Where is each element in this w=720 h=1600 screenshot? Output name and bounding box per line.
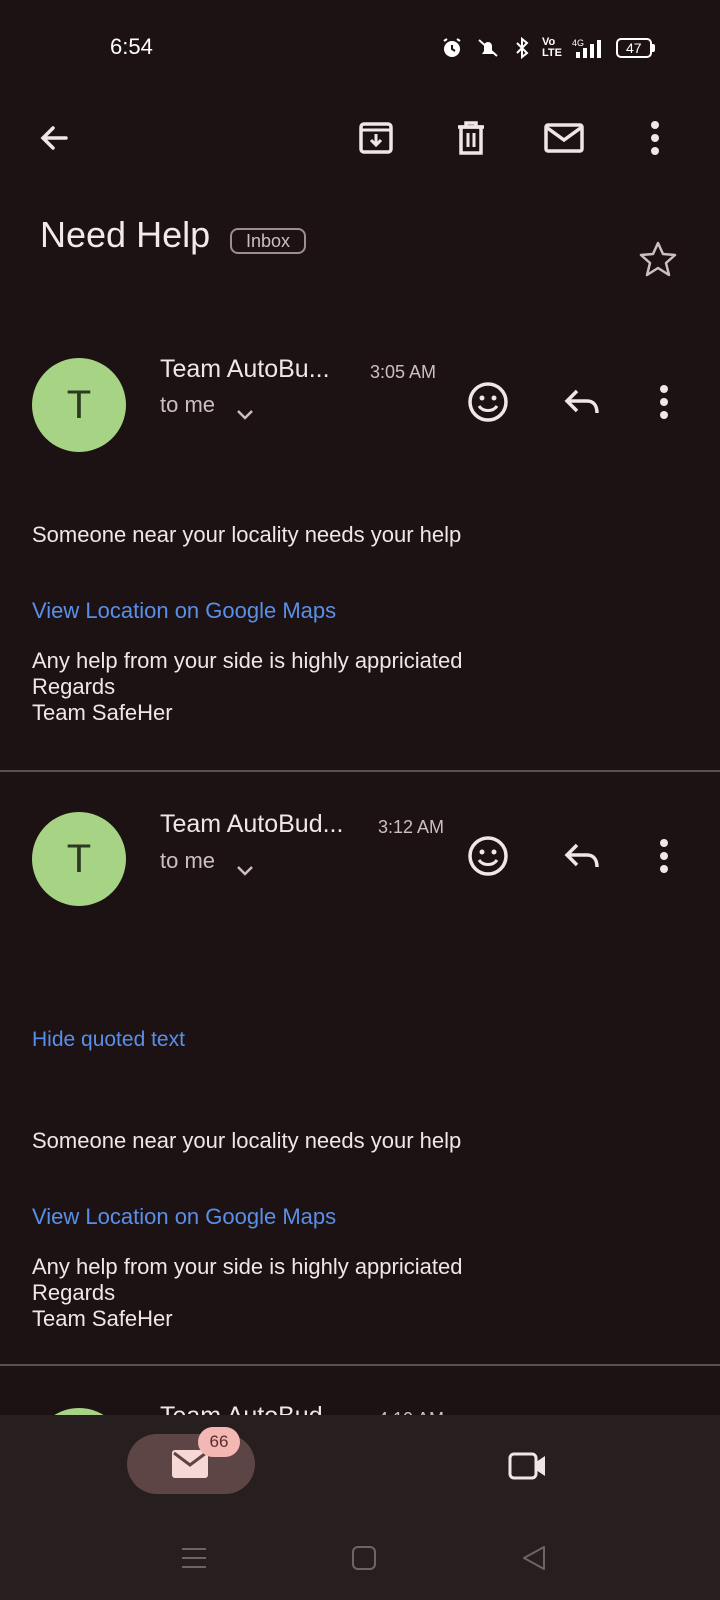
message-time: 3:12 AM xyxy=(378,817,445,837)
message-body: Someone near your locality needs your he… xyxy=(32,1128,462,1153)
closing-line: Any help from your side is highly appric… xyxy=(32,648,463,673)
vibrate-off-icon xyxy=(474,36,502,60)
emoji-icon xyxy=(468,382,508,422)
closing-line: Team SafeHer xyxy=(32,700,173,725)
message-divider xyxy=(0,1364,720,1366)
arrow-left-icon xyxy=(40,126,68,150)
emoji-icon xyxy=(468,836,508,876)
closing-line: Regards xyxy=(32,1280,116,1305)
expand-details-button[interactable] xyxy=(230,856,260,886)
react-button[interactable] xyxy=(466,380,510,424)
mark-unread-icon xyxy=(544,123,584,153)
thread-subject: Need Help xyxy=(40,214,211,255)
chevron-down-icon xyxy=(237,866,253,876)
more-vert-icon xyxy=(660,839,668,873)
expand-details-button[interactable] xyxy=(230,400,260,430)
volte-icon: Vo LTE xyxy=(542,36,562,59)
alarm-icon xyxy=(440,36,464,60)
message-closing: Any help from your side is highly appric… xyxy=(32,1254,462,1332)
star-icon xyxy=(639,241,677,277)
sender-name: Team AutoBud... xyxy=(160,810,344,838)
maps-link[interactable]: View Location on Google Maps xyxy=(32,598,336,624)
mark-unread-button[interactable] xyxy=(540,114,588,162)
inbox-label[interactable]: Inbox xyxy=(230,228,307,254)
hide-quoted-text-link[interactable]: Hide quoted text xyxy=(32,1028,185,1052)
more-vert-icon xyxy=(660,385,668,419)
4g-signal-icon: 4G xyxy=(572,36,606,60)
menu-icon xyxy=(182,1548,206,1568)
message-body: Someone near your locality needs your he… xyxy=(32,522,462,547)
unread-count-badge: 66 xyxy=(198,1427,240,1457)
more-button[interactable] xyxy=(640,114,670,162)
archive-icon xyxy=(359,122,393,154)
nav-item-meet[interactable] xyxy=(506,1444,550,1488)
video-icon xyxy=(508,1452,545,1480)
closing-line: Any help from your side is highly appric… xyxy=(32,1254,463,1279)
star-button[interactable] xyxy=(636,238,680,282)
svg-text:4G: 4G xyxy=(572,38,584,48)
sender-avatar[interactable]: T xyxy=(32,812,126,906)
sender-name: Team AutoBu... xyxy=(160,355,330,383)
system-menu-button[interactable] xyxy=(176,1540,212,1576)
reply-icon xyxy=(564,389,599,414)
sender-avatar[interactable]: T xyxy=(32,358,126,452)
react-button[interactable] xyxy=(466,834,510,878)
home-icon xyxy=(352,1546,376,1570)
message-divider xyxy=(0,770,720,772)
message-closing: Any help from your side is highly appric… xyxy=(32,648,462,726)
delete-icon xyxy=(458,121,484,155)
more-vert-icon xyxy=(651,121,659,155)
back-icon xyxy=(523,1546,545,1570)
system-home-button[interactable] xyxy=(346,1540,382,1576)
maps-link[interactable]: View Location on Google Maps xyxy=(32,1204,336,1230)
chevron-down-icon xyxy=(237,410,253,420)
message-more-button[interactable] xyxy=(652,834,676,878)
recipient-label: to me xyxy=(160,392,216,417)
system-back-button[interactable] xyxy=(516,1540,552,1576)
message-more-button[interactable] xyxy=(652,380,676,424)
bluetooth-icon xyxy=(512,36,532,60)
reply-icon xyxy=(564,843,599,868)
status-time: 6:54 xyxy=(110,34,153,59)
reply-button[interactable] xyxy=(560,834,604,878)
recipient-label: to me xyxy=(160,848,216,873)
back-button[interactable] xyxy=(30,114,78,162)
delete-button[interactable] xyxy=(447,114,495,162)
reply-button[interactable] xyxy=(560,380,604,424)
closing-line: Team SafeHer xyxy=(32,1306,173,1331)
closing-line: Regards xyxy=(32,674,116,699)
archive-button[interactable] xyxy=(352,114,400,162)
message-time: 3:05 AM xyxy=(370,362,437,382)
battery-icon: 47 xyxy=(615,38,655,58)
status-icons: Vo LTE 4G 47 xyxy=(440,34,655,62)
